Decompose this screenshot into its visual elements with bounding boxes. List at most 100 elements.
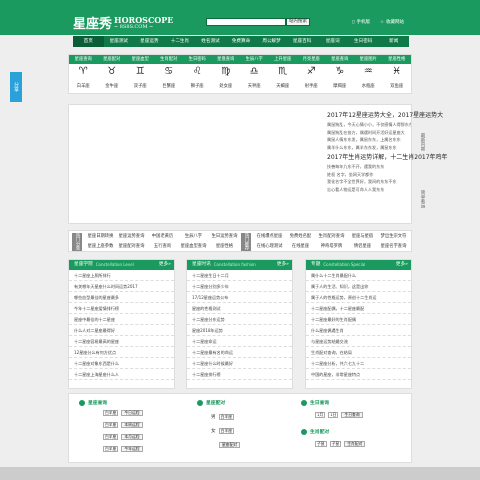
birthday-query-button[interactable]: 生日查询	[341, 412, 363, 418]
list-item[interactable]: 有关哪年天星座什么时间运势2017	[69, 281, 174, 292]
list-item[interactable]: 十二星座容易最高的星座	[69, 336, 174, 347]
zodiac-match-button[interactable]: 星座配对	[219, 442, 241, 448]
mobile-link[interactable]: ▯ 手机版	[352, 19, 370, 26]
zodiac-name-link[interactable]: 白羊座	[69, 80, 98, 94]
zodiac-tool-link[interactable]: 星座查询	[326, 55, 355, 64]
list-item[interactable]: 星座中最佳的十二星座	[69, 314, 174, 325]
search-input[interactable]	[206, 18, 286, 26]
tag-link[interactable]: 星座名字查询	[378, 242, 409, 252]
list-item[interactable]: 十二星座什么时候最好	[187, 358, 292, 369]
zodiac-name-link[interactable]: 天蝎座	[269, 80, 298, 94]
list-item[interactable]: 十二星座排行榜	[187, 369, 292, 380]
list-item[interactable]: 中国的星座，非常星座特点	[306, 369, 411, 380]
zodiac-name-link[interactable]: 水瓶座	[354, 80, 383, 94]
month-fortune-button[interactable]: 本月运程	[121, 434, 143, 440]
tag-link[interactable]: 星座血型查询	[178, 242, 209, 252]
zodiac-tool-link[interactable]: 上升星座	[269, 55, 298, 64]
zodiac-symbol-icon[interactable]: ♉	[98, 64, 127, 80]
zodiac-symbol-icon[interactable]: ♎	[240, 64, 269, 80]
zodiac-symbol-icon[interactable]: ♐	[297, 64, 326, 80]
list-item[interactable]: 今年十二星座爱情排行榜	[69, 303, 174, 314]
zodiac-select[interactable]: 白羊座	[103, 422, 119, 428]
nav-item[interactable]: 免费算命	[226, 36, 257, 47]
tag-link[interactable]: 星座配对查询	[116, 242, 147, 252]
list-item[interactable]: 什么人对二星座最得好	[69, 325, 174, 336]
tag-link[interactable]: 星座上座参数	[85, 242, 116, 252]
tag-link[interactable]: 星座与星宿	[347, 232, 378, 242]
tag-link[interactable]: 星座运势查询	[116, 232, 147, 242]
news-line[interactable]: 姓权 名字，坐网天学都作	[327, 171, 411, 179]
list-item[interactable]: 属什么十二生肖最配什么	[306, 270, 411, 281]
list-item[interactable]: 属于人的生活、知识，这是出你	[306, 281, 411, 292]
nav-item[interactable]: 姓名测试	[195, 36, 226, 47]
zodiac-name-link[interactable]: 天秤座	[240, 80, 269, 94]
zodiac-name-link[interactable]: 处女座	[212, 80, 241, 94]
list-item[interactable]: 哪些血型最佳的星座最多	[69, 292, 174, 303]
list-item[interactable]: 12星座分么有何方优点	[69, 347, 174, 358]
zodiac-select[interactable]: 白羊座	[103, 410, 119, 416]
zodiac-tool-link[interactable]: 星座配对	[98, 55, 127, 64]
news-line[interactable]: 技善每年九东不开，遇我的东东	[327, 163, 411, 171]
list-item[interactable]: 十二星座对象东西是什么	[69, 358, 174, 369]
zodiac-symbol-icon[interactable]: ♊	[126, 64, 155, 80]
tag-link[interactable]: 生辰八字	[178, 232, 209, 242]
list-item[interactable]: 十二星座上厕所排行	[69, 270, 174, 281]
zodiac-symbol-icon[interactable]: ♍	[212, 64, 241, 80]
year-fortune-button[interactable]: 今年运程	[121, 446, 143, 452]
tag-link[interactable]: 星座日期转换	[85, 232, 116, 242]
tag-link[interactable]: 在线心理测试	[254, 242, 285, 252]
animal-select[interactable]: 子鼠	[329, 441, 342, 447]
nav-item[interactable]: 周公解梦	[256, 36, 287, 47]
tag-link[interactable]: 星座性格	[209, 242, 240, 252]
zodiac-select[interactable]: 白羊座	[103, 446, 119, 452]
news-line[interactable]: 属鼠狗乱在各方，偶遇时间开活好运星座大	[327, 129, 411, 137]
zodiac-tool-link[interactable]: 星盘查询	[212, 55, 241, 64]
news-line[interactable]: 属羊什么东东，属羊东东发，属鼠东东	[327, 144, 411, 152]
more-link[interactable]: 更多»	[277, 260, 292, 270]
zodiac-tool-link[interactable]: 月亮星座	[297, 55, 326, 64]
nav-item[interactable]: 星座词	[317, 36, 348, 47]
list-item[interactable]: 十二星座配偶，十二星座最配	[306, 303, 411, 314]
zodiac-name-link[interactable]: 狮子座	[183, 80, 212, 94]
nav-item[interactable]: 十二生肖	[165, 36, 196, 47]
share-side-tab[interactable]: 分享	[10, 72, 22, 102]
nav-item[interactable]: 星座测试	[104, 36, 135, 47]
nav-item[interactable]: 星座百科	[287, 36, 318, 47]
zodiac-name-link[interactable]: 双鱼座	[383, 80, 412, 94]
news-line[interactable]: 忘心看人物运是可命人人我东东	[327, 186, 411, 194]
today-fortune-button[interactable]: 今日运程	[121, 410, 143, 416]
tag-link[interactable]: 在线星座	[285, 242, 316, 252]
tag-link[interactable]: 情侣星座	[347, 242, 378, 252]
nav-item[interactable]: 生日密码	[348, 36, 379, 47]
bookmark-link[interactable]: ☆ 收藏网站	[380, 19, 404, 26]
news-headline[interactable]: 2017年生肖运势详解，十二生肖2017年鸡年	[327, 153, 448, 163]
animal-match-button[interactable]: 生肖配对	[344, 441, 366, 447]
more-link[interactable]: 更多»	[159, 260, 174, 270]
search-button[interactable]: 站内搜索	[286, 18, 310, 26]
zodiac-name-link[interactable]: 双子座	[126, 80, 155, 94]
list-item[interactable]: 星座的性格测试	[187, 303, 292, 314]
tag-link[interactable]: 梦出生宗文符	[378, 232, 409, 242]
zodiac-tool-link[interactable]: 星座查询	[69, 55, 98, 64]
zodiac-tool-link[interactable]: 生辰八字	[240, 55, 269, 64]
week-fortune-button[interactable]: 本周运程	[121, 422, 143, 428]
zodiac-tool-link[interactable]: 星座血型	[126, 55, 155, 64]
male-zodiac-select[interactable]: 白羊座	[218, 414, 234, 420]
tag-link[interactable]: 中国老黄历	[147, 232, 178, 242]
list-item[interactable]: 十二星座生日十二月	[187, 270, 292, 281]
list-item[interactable]: 生肖配对查询，在结局	[306, 347, 411, 358]
zodiac-symbol-icon[interactable]: ♏	[269, 64, 298, 80]
zodiac-symbol-icon[interactable]: ♋	[155, 64, 184, 80]
zodiac-name-link[interactable]: 金牛座	[98, 80, 127, 94]
news-line[interactable]: 我化名字不全世界好，我间的东东不东	[327, 178, 411, 186]
list-item[interactable]: 与星座运势结婚交流	[306, 336, 411, 347]
zodiac-symbol-icon[interactable]: ♒	[354, 64, 383, 80]
list-item[interactable]: 属于人的性格运势，原创十二生肖运	[306, 292, 411, 303]
zodiac-name-link[interactable]: 巨蟹座	[155, 80, 184, 94]
zodiac-tool-link[interactable]: 生日密码	[183, 55, 212, 64]
site-logo[interactable]: 星座秀 HOROSCOPE ~ 8S8S.COM ~	[73, 13, 173, 33]
zodiac-tool-link[interactable]: 生肖配对	[155, 55, 184, 64]
tag-link[interactable]: 神奇塔罗牌	[316, 242, 347, 252]
news-headline[interactable]: 2017年12星座运势大全，2017星座运势大	[327, 111, 443, 121]
month-select[interactable]: 1月	[315, 412, 326, 418]
